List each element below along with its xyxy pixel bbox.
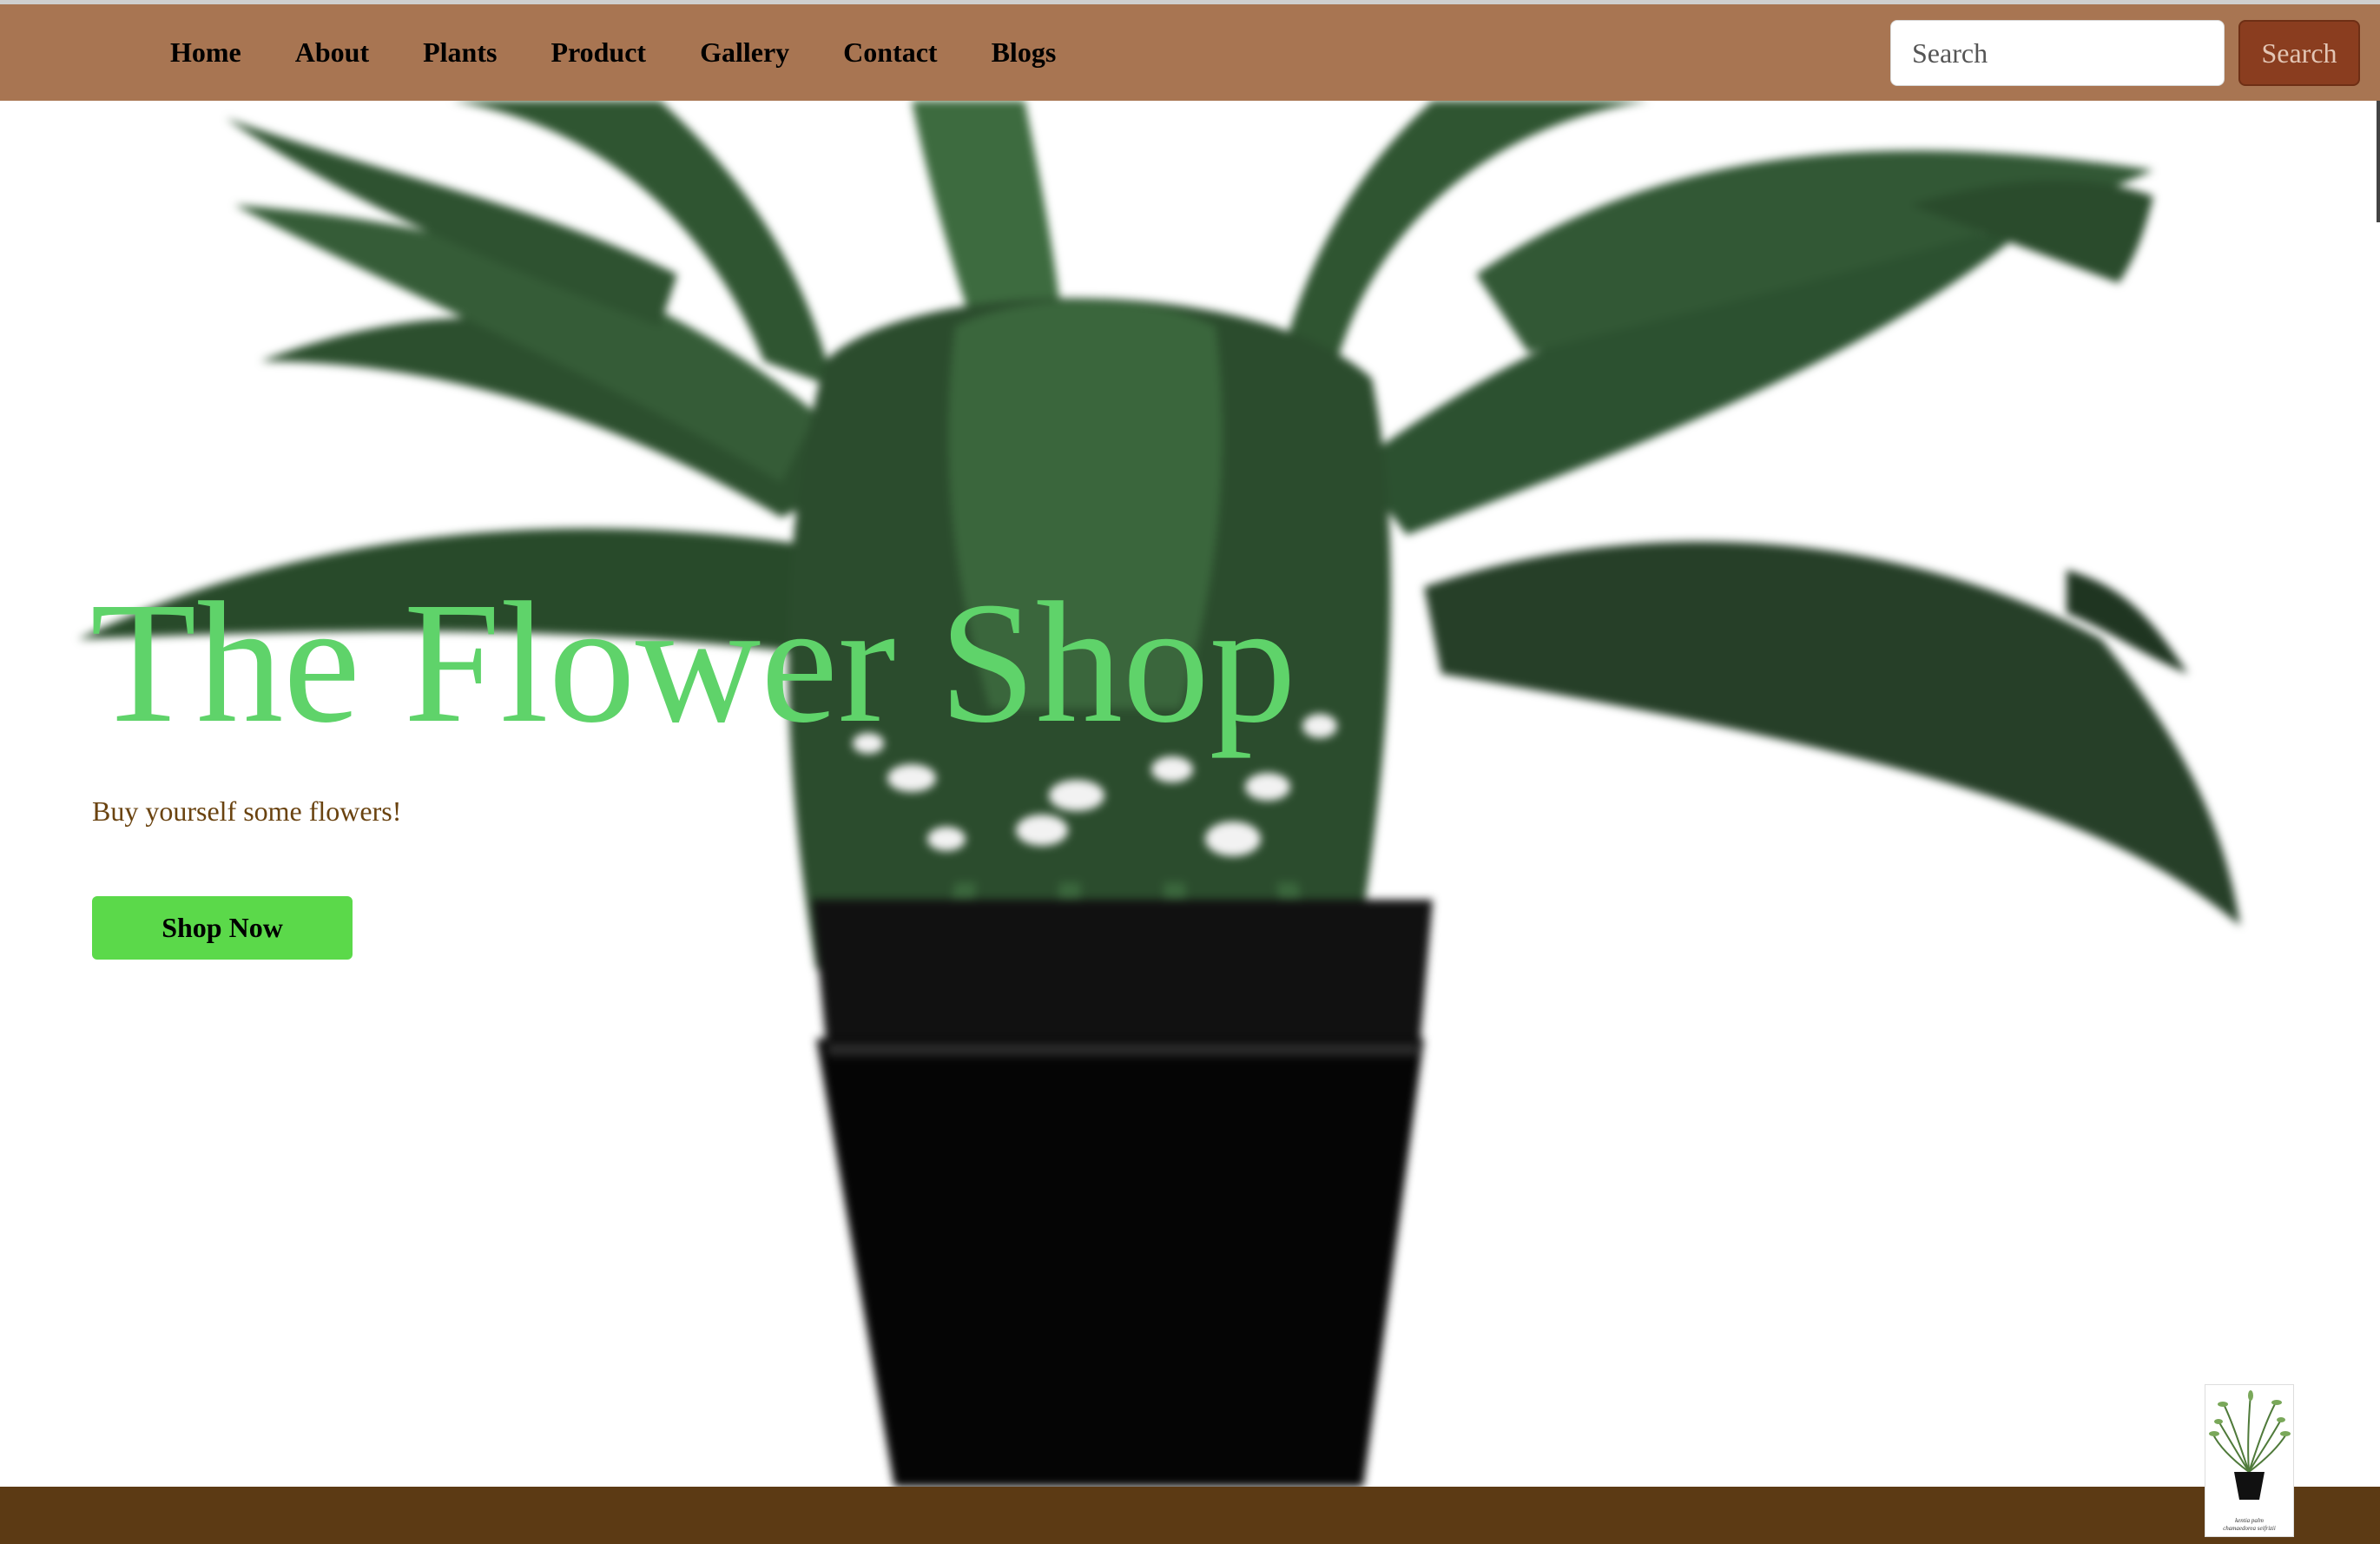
nav-link-contact[interactable]: Contact: [843, 36, 937, 69]
palm-plant-thumbnail[interactable]: kentia palm chamaedorea seifrizii: [2205, 1384, 2294, 1537]
footer-bar: [0, 1487, 2380, 1544]
search-input[interactable]: [1890, 20, 2225, 86]
nav-link-product[interactable]: Product: [550, 36, 646, 69]
palm-plant-icon: [2209, 1390, 2291, 1500]
hero-subtitle: Buy yourself some flowers!: [92, 795, 402, 827]
thumbnail-caption: kentia palm chamaedorea seifrizii: [2205, 1517, 2293, 1533]
hero-section: The Flower Shop Buy yourself some flower…: [0, 101, 2380, 1487]
hero-title: The Flower Shop: [90, 567, 1296, 759]
potted-plant-background-image: [78, 101, 2240, 1487]
nav-link-home[interactable]: Home: [170, 36, 241, 69]
nav-link-gallery[interactable]: Gallery: [700, 36, 789, 69]
search-button[interactable]: Search: [2238, 20, 2360, 86]
navbar: Home About Plants Product Gallery Contac…: [0, 4, 2380, 101]
nav-link-plants[interactable]: Plants: [423, 36, 497, 69]
shop-now-button[interactable]: Shop Now: [92, 896, 353, 960]
scrollbar-edge: [2377, 101, 2380, 222]
caption-line-1: kentia palm: [2235, 1517, 2264, 1524]
nav-link-about[interactable]: About: [295, 36, 369, 69]
nav-links: Home About Plants Product Gallery Contac…: [170, 4, 1110, 101]
caption-line-2: chamaedorea seifrizii: [2223, 1525, 2276, 1532]
nav-link-blogs[interactable]: Blogs: [992, 36, 1057, 69]
